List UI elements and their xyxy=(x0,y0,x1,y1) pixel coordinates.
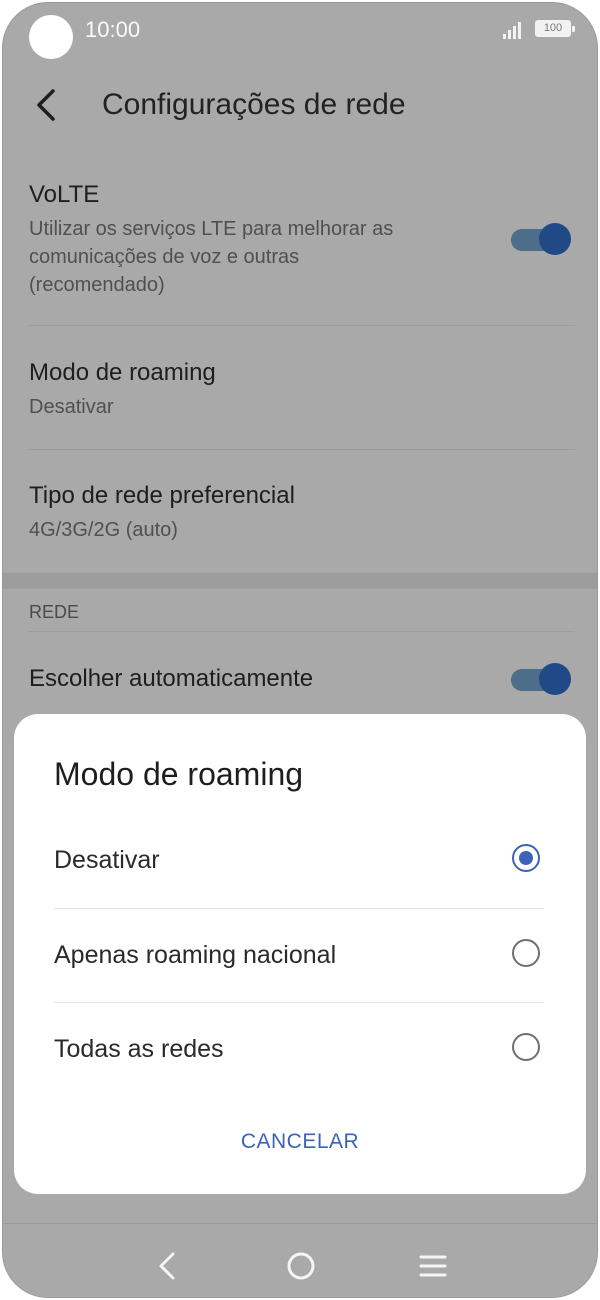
navigation-bar xyxy=(3,1223,597,1297)
option-label: Todas as redes xyxy=(54,1035,224,1063)
section-separator xyxy=(3,573,597,589)
divider xyxy=(29,449,575,450)
option-todas-as-redes[interactable]: Todas as redes xyxy=(54,1015,544,1085)
dialog-title: Modo de roaming xyxy=(54,756,304,792)
radio-button-selected[interactable] xyxy=(512,844,540,872)
status-bar: 10:00 100 xyxy=(3,3,597,59)
setting-volte-subtitle: Utilizar os serviços LTE para melhorar a… xyxy=(29,218,394,296)
app-bar: Configurações de rede xyxy=(3,73,597,137)
setting-network-type-value: 4G/3G/2G (auto) xyxy=(29,519,178,541)
divider xyxy=(54,908,544,909)
recents-icon[interactable] xyxy=(415,1248,451,1284)
camera-cutout xyxy=(29,15,73,59)
setting-volte-title: VoLTE xyxy=(29,181,100,208)
setting-volte[interactable]: VoLTE Utilizar os serviços LTE para melh… xyxy=(29,181,575,299)
back-icon[interactable] xyxy=(151,1248,187,1284)
battery-icon: 100 xyxy=(535,20,575,37)
option-desativar[interactable]: Desativar xyxy=(54,826,544,896)
home-icon[interactable] xyxy=(283,1248,319,1284)
radio-button[interactable] xyxy=(512,939,540,967)
cancel-button[interactable]: CANCELAR xyxy=(14,1130,586,1154)
volte-toggle[interactable] xyxy=(511,223,571,255)
option-label: Apenas roaming nacional xyxy=(54,941,337,969)
radio-button[interactable] xyxy=(512,1033,540,1061)
setting-auto-choose-title: Escolher automaticamente xyxy=(29,665,314,692)
setting-network-type[interactable]: Tipo de rede preferencial 4G/3G/2G (auto… xyxy=(29,482,575,544)
toggle-knob xyxy=(539,223,571,255)
page-title: Configurações de rede xyxy=(102,88,406,121)
auto-choose-toggle[interactable] xyxy=(511,663,571,695)
toggle-knob xyxy=(539,663,571,695)
section-label: REDE xyxy=(29,602,80,622)
setting-roaming-title: Modo de roaming xyxy=(29,359,216,386)
setting-roaming[interactable]: Modo de roaming Desativar xyxy=(29,359,575,421)
setting-auto-choose[interactable]: Escolher automaticamente xyxy=(29,665,575,693)
status-time: 10:00 xyxy=(85,17,141,42)
option-apenas-roaming-nacional[interactable]: Apenas roaming nacional xyxy=(54,921,544,991)
divider xyxy=(54,1002,544,1003)
setting-network-type-title: Tipo de rede preferencial xyxy=(29,482,295,509)
setting-roaming-value: Desativar xyxy=(29,396,114,418)
signal-icon xyxy=(503,21,525,39)
back-arrow-icon[interactable] xyxy=(29,87,65,123)
option-label: Desativar xyxy=(54,846,160,874)
divider xyxy=(29,631,575,632)
divider xyxy=(29,325,575,326)
roaming-mode-dialog: Modo de roaming Desativar Apenas roaming… xyxy=(14,714,586,1194)
